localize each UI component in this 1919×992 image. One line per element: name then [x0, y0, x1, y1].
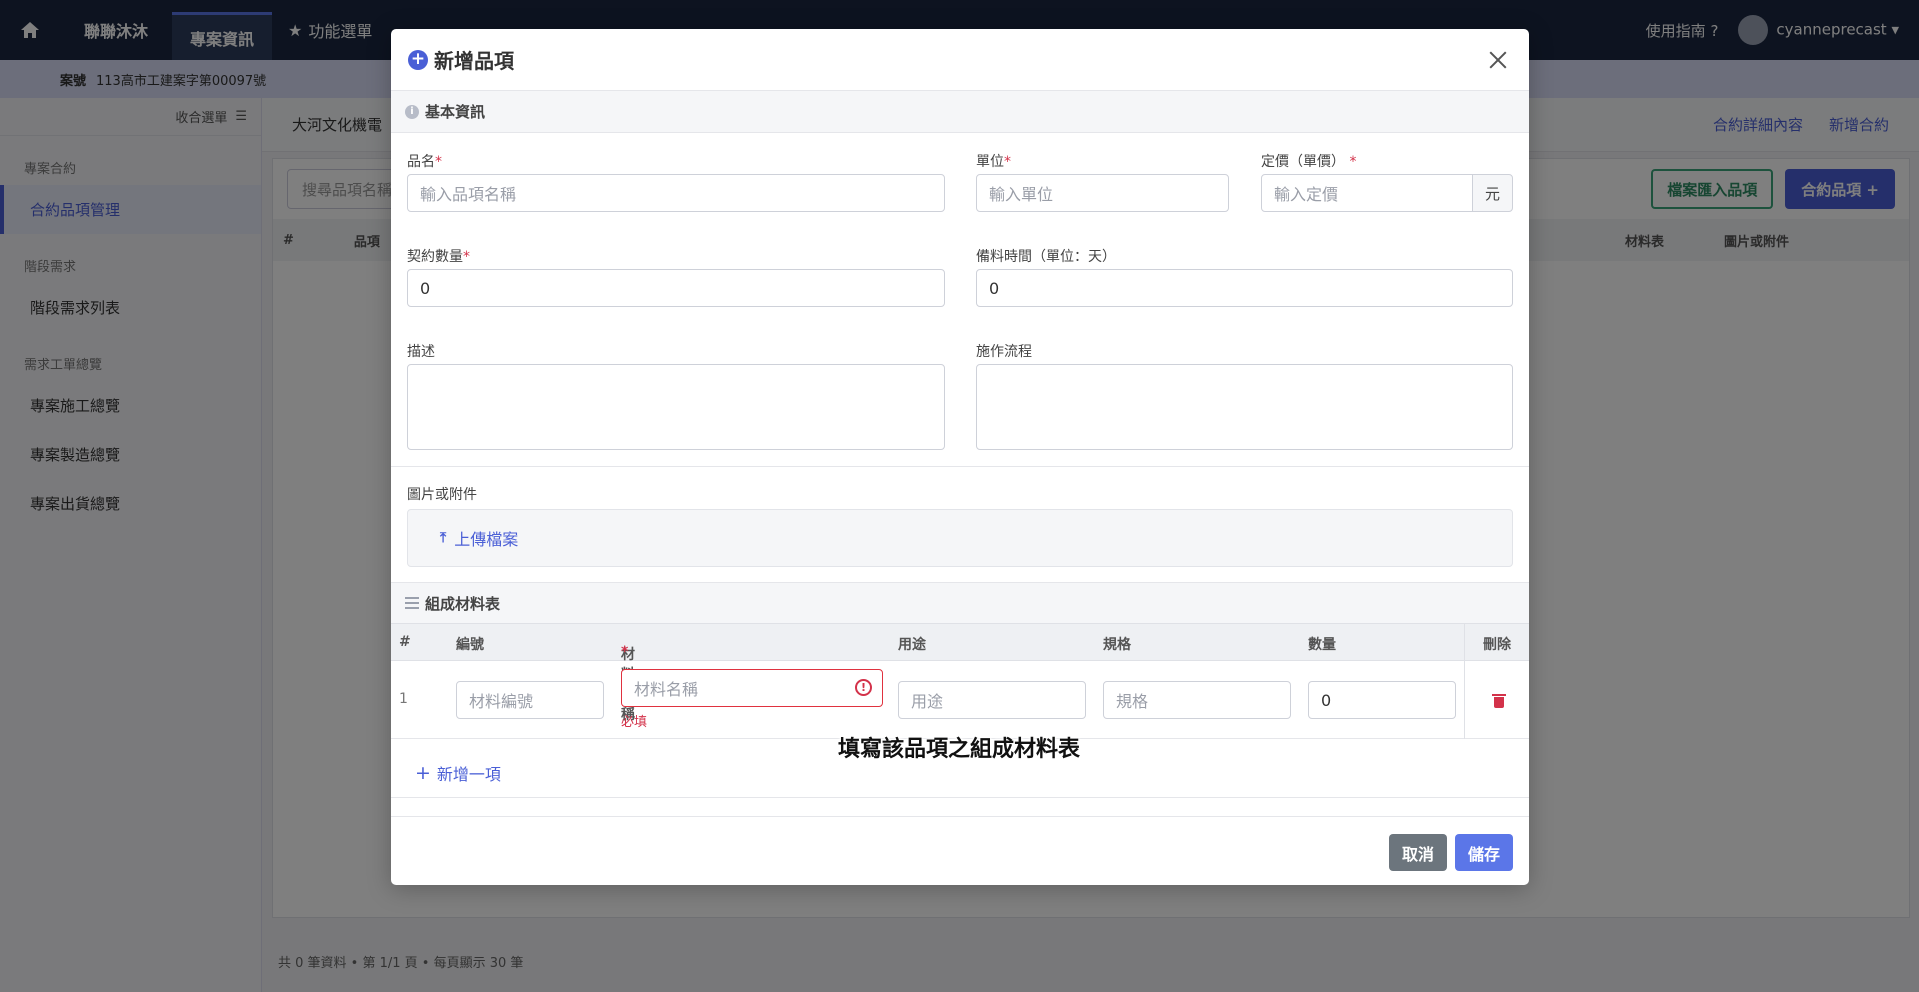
contract-qty-label: 契約數量*: [407, 249, 470, 265]
section-title: 組成材料表: [425, 594, 501, 613]
materials-section: 組成材料表: [391, 582, 1529, 624]
tutorial-caption: 填寫該品項之組成材料表: [838, 737, 1081, 762]
trash-icon[interactable]: [1492, 694, 1506, 708]
plus-circle-icon: +: [408, 49, 428, 70]
description-textarea[interactable]: [407, 364, 945, 450]
modal-title: 新增品項: [434, 49, 514, 73]
process-label: 施作流程: [976, 344, 1032, 360]
section-title: 基本資訊: [425, 103, 486, 121]
attachments-label: 圖片或附件: [407, 487, 477, 503]
item-name-input[interactable]: 輸入品項名稱: [407, 174, 945, 212]
add-material-label: 新增一項: [436, 765, 501, 784]
price-label: 定價（單價） *: [1261, 154, 1357, 170]
plus-icon: +: [415, 762, 431, 784]
table-row: 1 材料編號 材料名稱 ! 必填 用途 規格 0: [391, 661, 1529, 739]
process-textarea[interactable]: [976, 364, 1513, 450]
unit-input[interactable]: 輸入單位: [976, 174, 1229, 212]
material-qty-input[interactable]: 0: [1308, 681, 1456, 719]
material-name-placeholder: 材料名稱: [634, 680, 699, 699]
materials-table: # 編號 材料名稱 * 用途 規格 數量 刪除 1 材料編號 材料名稱 ! 必填…: [391, 623, 1529, 739]
modal-header: + 新增品項: [391, 29, 1529, 91]
close-button[interactable]: [1484, 46, 1512, 74]
col-spec: 規格: [1103, 637, 1131, 653]
divider: [1464, 623, 1465, 739]
required-error: 必填: [621, 715, 648, 730]
info-icon: i: [405, 104, 419, 119]
upload-label: 上傳檔案: [454, 530, 519, 549]
divider: [391, 797, 1529, 798]
add-material-button[interactable]: + 新增一項: [415, 761, 501, 785]
upload-icon: ⤒: [440, 530, 447, 546]
col-usage: 用途: [898, 637, 926, 653]
price-currency-addon: 元: [1472, 174, 1513, 212]
unit-label: 單位*: [976, 154, 1011, 170]
cancel-button[interactable]: 取消: [1389, 834, 1447, 871]
row-index: 1: [399, 691, 408, 707]
description-label: 描述: [407, 344, 435, 360]
contract-qty-input[interactable]: 0: [407, 269, 945, 307]
prep-time-label: 備料時間（單位：天）: [976, 249, 1116, 265]
prep-time-input[interactable]: 0: [976, 269, 1513, 307]
material-spec-input[interactable]: 規格: [1103, 681, 1291, 719]
col-qty: 數量: [1308, 637, 1336, 653]
name-label: 品名*: [407, 154, 442, 170]
material-usage-input[interactable]: 用途: [898, 681, 1086, 719]
list-icon: [405, 597, 419, 609]
save-button[interactable]: 儲存: [1455, 834, 1513, 871]
col-delete: 刪除: [1483, 637, 1511, 653]
price-input[interactable]: 輸入定價: [1261, 174, 1473, 212]
modal-footer: 取消 儲存: [391, 816, 1529, 885]
divider: [391, 466, 1529, 467]
error-icon: !: [855, 679, 872, 696]
materials-table-header: # 編號 材料名稱 * 用途 規格 數量 刪除: [391, 623, 1529, 723]
col-code: 編號: [456, 637, 484, 653]
upload-button[interactable]: ⤒ 上傳檔案: [407, 509, 1513, 567]
material-code-input[interactable]: 材料編號: [456, 681, 604, 719]
col-index: #: [399, 634, 411, 650]
basic-info-section: i 基本資訊: [391, 91, 1529, 133]
material-name-input[interactable]: 材料名稱 !: [621, 669, 883, 707]
